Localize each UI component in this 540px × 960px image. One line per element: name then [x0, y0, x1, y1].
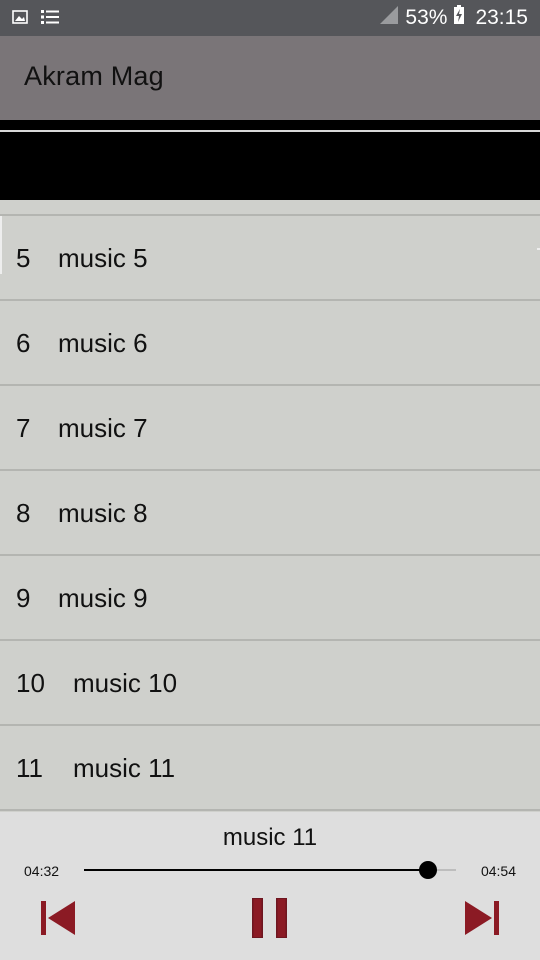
status-system: 53% 23:15: [379, 0, 528, 36]
elapsed-time: 04:32: [24, 863, 60, 879]
status-notifications: [12, 8, 60, 31]
song-row[interactable]: 6 music 6: [0, 301, 540, 386]
pause-icon: [248, 896, 292, 940]
battery-percent: 53%: [405, 6, 448, 29]
song-title: music 9: [58, 583, 148, 613]
previous-icon: [36, 896, 80, 940]
song-number: 10: [16, 668, 45, 698]
song-row[interactable]: 9 music 9: [0, 556, 540, 641]
seek-progress: [84, 869, 429, 871]
signal-icon: [379, 5, 399, 31]
song-number: 6: [16, 328, 31, 358]
song-title: music 5: [58, 243, 148, 273]
song-title: music 10: [73, 668, 178, 698]
song-row[interactable]: 10 music 10: [0, 641, 540, 726]
next-button[interactable]: [460, 896, 504, 940]
song-number: 9: [16, 583, 31, 613]
song-title: music 6: [58, 328, 148, 358]
banner-divider: [0, 130, 540, 132]
banner-area: [0, 120, 540, 200]
song-title: music 7: [58, 413, 148, 443]
screen: 53% 23:15 Akram Mag 5 music 5 6 music 6 …: [0, 0, 540, 960]
battery-charging-icon: [453, 5, 465, 31]
next-icon: [460, 896, 504, 940]
now-playing-title: music 11: [222, 824, 318, 851]
song-row[interactable]: 11 music 11: [0, 726, 540, 811]
song-title: music 8: [58, 498, 148, 528]
total-time: 04:54: [480, 863, 516, 879]
seek-bar[interactable]: [84, 860, 456, 880]
seek-thumb[interactable]: [419, 861, 438, 879]
song-number: 11: [16, 753, 43, 783]
previous-button[interactable]: [36, 896, 80, 940]
app-bar: Akram Mag: [0, 36, 540, 120]
song-row[interactable]: 8 music 8: [0, 471, 540, 556]
player-panel: music 11 04:32 04:54: [0, 812, 540, 960]
song-number: 7: [16, 413, 31, 443]
pause-button[interactable]: [248, 896, 292, 940]
app-title: Akram Mag: [24, 61, 164, 91]
row-divider: [0, 809, 540, 811]
status-bar: 53% 23:15: [0, 0, 540, 36]
song-title: music 11: [73, 753, 176, 783]
song-number: 5: [16, 243, 31, 273]
list-notification-icon: [40, 8, 60, 31]
song-list[interactable]: 5 music 5 6 music 6 7 music 7 8 music 8 …: [0, 200, 540, 812]
song-row[interactable]: 5 music 5: [0, 216, 540, 301]
song-row[interactable]: 7 music 7: [0, 386, 540, 471]
clock: 23:15: [475, 6, 528, 29]
image-icon: [12, 9, 28, 30]
song-number: 8: [16, 498, 31, 528]
